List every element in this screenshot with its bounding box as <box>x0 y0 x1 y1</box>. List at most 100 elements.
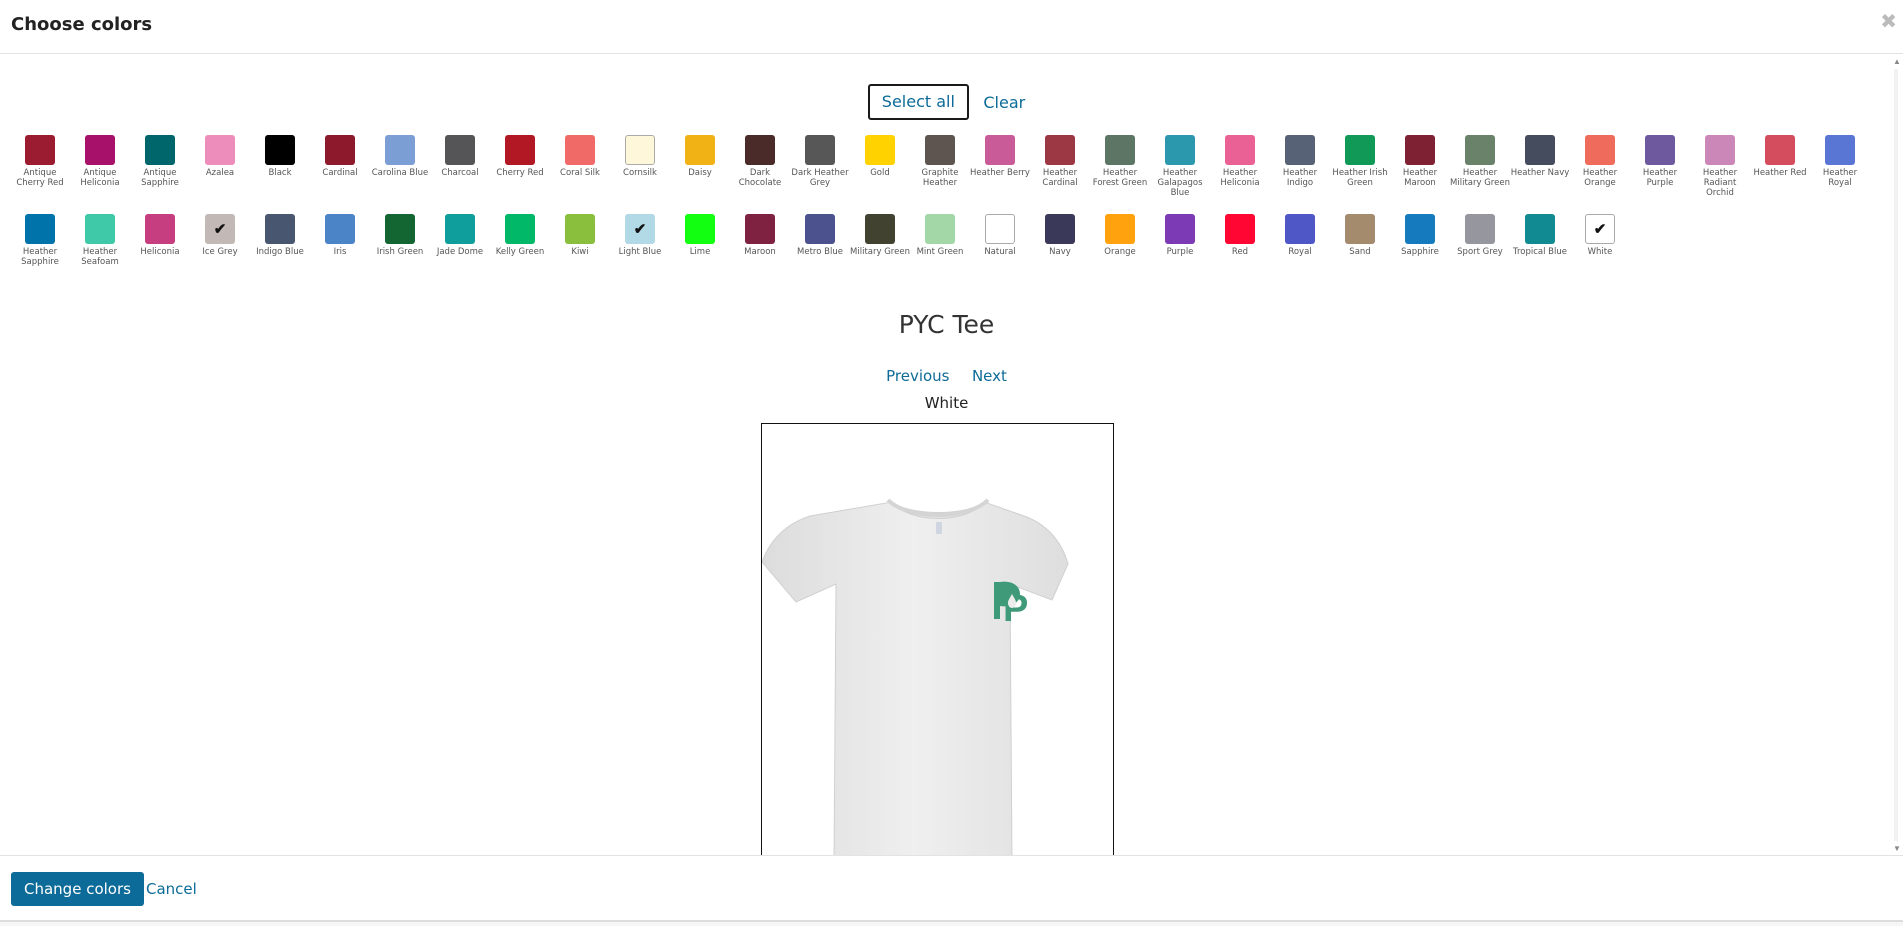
color-chip[interactable] <box>1525 214 1555 244</box>
color-swatch[interactable]: Heather Radiant Orchid <box>1690 135 1750 214</box>
color-swatch[interactable]: Heather Red <box>1750 135 1810 214</box>
color-swatch[interactable]: Heather Seafoam <box>70 214 130 293</box>
color-swatch[interactable]: Military Green <box>850 214 910 293</box>
color-swatch[interactable]: Irish Green <box>370 214 430 293</box>
color-chip[interactable] <box>1105 214 1135 244</box>
color-swatch[interactable]: Heather Maroon <box>1390 135 1450 214</box>
color-chip[interactable] <box>445 135 475 165</box>
color-chip[interactable] <box>865 135 895 165</box>
color-chip[interactable]: ✔ <box>625 214 655 244</box>
color-swatch[interactable]: Iris <box>310 214 370 293</box>
color-chip[interactable] <box>1645 135 1675 165</box>
color-swatch[interactable]: Heather Galapagos Blue <box>1150 135 1210 214</box>
color-chip[interactable] <box>205 135 235 165</box>
color-chip[interactable] <box>1465 214 1495 244</box>
color-chip[interactable] <box>85 135 115 165</box>
color-chip[interactable] <box>1225 214 1255 244</box>
color-chip[interactable] <box>1045 135 1075 165</box>
clear-link[interactable]: Clear <box>983 93 1025 112</box>
color-swatch[interactable]: Heather Berry <box>970 135 1030 214</box>
color-chip[interactable] <box>625 135 655 165</box>
color-swatch[interactable]: Graphite Heather <box>910 135 970 214</box>
color-chip[interactable] <box>1165 214 1195 244</box>
color-swatch[interactable]: Natural <box>970 214 1030 293</box>
color-swatch[interactable]: Sand <box>1330 214 1390 293</box>
color-chip[interactable] <box>1345 135 1375 165</box>
color-chip[interactable] <box>1225 135 1255 165</box>
color-chip[interactable] <box>985 214 1015 244</box>
color-swatch[interactable]: Antique Heliconia <box>70 135 130 214</box>
color-chip[interactable]: ✔ <box>205 214 235 244</box>
color-chip[interactable] <box>1345 214 1375 244</box>
color-chip[interactable] <box>1045 214 1075 244</box>
color-swatch[interactable]: Jade Dome <box>430 214 490 293</box>
color-swatch[interactable]: ✔ White <box>1570 214 1630 293</box>
color-chip[interactable] <box>1405 214 1435 244</box>
color-chip[interactable] <box>1405 135 1435 165</box>
color-swatch[interactable]: Heather Heliconia <box>1210 135 1270 214</box>
color-swatch[interactable]: Dark Chocolate <box>730 135 790 214</box>
color-chip[interactable]: ✔ <box>1585 214 1615 244</box>
color-chip[interactable] <box>265 214 295 244</box>
color-chip[interactable] <box>685 135 715 165</box>
color-chip[interactable] <box>925 214 955 244</box>
color-chip[interactable] <box>565 135 595 165</box>
color-chip[interactable] <box>1585 135 1615 165</box>
color-swatch[interactable]: Orange <box>1090 214 1150 293</box>
color-swatch[interactable]: Daisy <box>670 135 730 214</box>
color-chip[interactable] <box>1165 135 1195 165</box>
next-link[interactable]: Next <box>972 367 1007 385</box>
color-chip[interactable] <box>805 214 835 244</box>
scroll-up-arrow-icon[interactable]: ▲ <box>1893 57 1901 66</box>
color-chip[interactable] <box>265 135 295 165</box>
color-chip[interactable] <box>145 214 175 244</box>
color-swatch[interactable]: Heliconia <box>130 214 190 293</box>
color-chip[interactable] <box>385 135 415 165</box>
color-swatch[interactable]: Heather Purple <box>1630 135 1690 214</box>
color-chip[interactable] <box>325 214 355 244</box>
color-swatch[interactable]: Cornsilk <box>610 135 670 214</box>
color-chip[interactable] <box>505 135 535 165</box>
color-chip[interactable] <box>1105 135 1135 165</box>
color-chip[interactable] <box>565 214 595 244</box>
color-chip[interactable] <box>985 135 1015 165</box>
color-swatch[interactable]: Charcoal <box>430 135 490 214</box>
color-swatch[interactable]: Heather Forest Green <box>1090 135 1150 214</box>
color-swatch[interactable]: Azalea <box>190 135 250 214</box>
color-chip[interactable] <box>1525 135 1555 165</box>
color-swatch[interactable]: Kelly Green <box>490 214 550 293</box>
color-swatch[interactable]: Sport Grey <box>1450 214 1510 293</box>
change-colors-button[interactable]: Change colors <box>11 872 144 906</box>
color-swatch[interactable]: Dark Heather Grey <box>790 135 850 214</box>
color-chip[interactable] <box>685 214 715 244</box>
color-swatch[interactable]: Black <box>250 135 310 214</box>
color-chip[interactable] <box>85 214 115 244</box>
color-chip[interactable] <box>1765 135 1795 165</box>
color-swatch[interactable]: Cherry Red <box>490 135 550 214</box>
color-swatch[interactable]: Heather Orange <box>1570 135 1630 214</box>
select-all-button[interactable]: Select all <box>867 84 969 120</box>
color-chip[interactable] <box>1825 135 1855 165</box>
color-swatch[interactable]: Mint Green <box>910 214 970 293</box>
color-swatch[interactable]: Red <box>1210 214 1270 293</box>
color-chip[interactable] <box>325 135 355 165</box>
scroll-down-arrow-icon[interactable]: ▼ <box>1893 844 1901 853</box>
color-swatch[interactable]: Navy <box>1030 214 1090 293</box>
color-swatch[interactable]: Coral Silk <box>550 135 610 214</box>
previous-link[interactable]: Previous <box>886 367 949 385</box>
color-chip[interactable] <box>745 214 775 244</box>
color-swatch[interactable]: Heather Irish Green <box>1330 135 1390 214</box>
color-chip[interactable] <box>25 135 55 165</box>
color-chip[interactable] <box>925 135 955 165</box>
color-swatch[interactable]: Indigo Blue <box>250 214 310 293</box>
color-swatch[interactable]: ✔ Ice Grey <box>190 214 250 293</box>
color-swatch[interactable]: Carolina Blue <box>370 135 430 214</box>
color-chip[interactable] <box>745 135 775 165</box>
color-swatch[interactable]: Kiwi <box>550 214 610 293</box>
color-chip[interactable] <box>1705 135 1735 165</box>
color-swatch[interactable]: Antique Cherry Red <box>10 135 70 214</box>
color-chip[interactable] <box>25 214 55 244</box>
vertical-scrollbar[interactable]: ▲ ▼ <box>1891 55 1903 855</box>
color-chip[interactable] <box>1285 214 1315 244</box>
color-swatch[interactable]: Lime <box>670 214 730 293</box>
